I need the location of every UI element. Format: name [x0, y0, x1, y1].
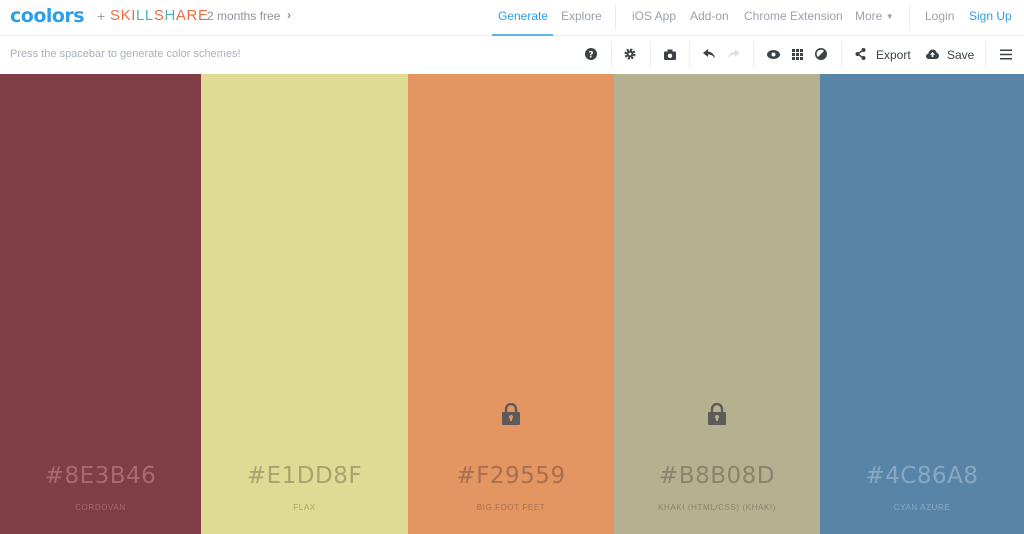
nav-explore[interactable]: Explore [561, 0, 602, 36]
top-nav-bar: coolors + SKILLSHARE 2 months free › Gen… [0, 0, 1024, 36]
share-icon[interactable] [852, 46, 868, 62]
nav-addon[interactable]: Add-on [690, 0, 729, 36]
help-icon[interactable]: ? [583, 46, 599, 62]
lock-icon[interactable] [708, 403, 726, 425]
divider [753, 42, 754, 68]
adjust-icon[interactable] [813, 46, 829, 62]
nav-chrome-extension[interactable]: Chrome Extension [744, 0, 843, 36]
hex-code[interactable]: #E1DD8F [201, 463, 408, 489]
color-panel[interactable]: #F29559 BIG FOOT FEET [408, 74, 614, 534]
divider [841, 42, 842, 68]
color-panel[interactable]: #4C86A8 CYAN AZURE [820, 74, 1024, 534]
camera-icon[interactable] [662, 46, 678, 62]
nav-ios-app[interactable]: iOS App [632, 0, 676, 36]
divider [689, 42, 690, 68]
promo-text[interactable]: 2 months free [207, 9, 280, 23]
undo-icon[interactable] [701, 46, 717, 62]
plus-sign: + [97, 8, 106, 24]
nav-generate[interactable]: Generate [498, 0, 548, 36]
divider [909, 4, 910, 30]
palette: #8E3B46 CORDOVAN #E1DD8F FLAX #F29559 BI… [0, 74, 1024, 534]
color-panel[interactable]: #8E3B46 CORDOVAN [0, 74, 201, 534]
hex-code[interactable]: #B8B08D [614, 463, 820, 489]
lock-icon[interactable] [502, 403, 520, 425]
color-name: KHAKI (HTML/CSS) (KHAKI) [658, 503, 776, 512]
view-icon[interactable] [765, 46, 781, 62]
chevron-right-icon: › [287, 8, 291, 22]
spacebar-hint: Press the spacebar to generate color sch… [10, 48, 241, 60]
redo-icon[interactable] [726, 46, 742, 62]
toolbar: Press the spacebar to generate color sch… [0, 36, 1024, 74]
color-name: BIG FOOT FEET [476, 503, 546, 512]
divider [615, 4, 616, 30]
color-panel[interactable]: #E1DD8F FLAX [201, 74, 408, 534]
nav-login[interactable]: Login [925, 0, 954, 36]
export-button[interactable]: Export [876, 48, 911, 62]
menu-icon[interactable] [998, 46, 1014, 62]
save-button[interactable]: Save [947, 48, 974, 62]
nav-more[interactable]: More ▼ [855, 0, 894, 36]
color-name: CORDOVAN [75, 503, 126, 512]
hex-code[interactable]: #8E3B46 [0, 463, 201, 489]
divider [611, 42, 612, 68]
svg-text:?: ? [588, 50, 593, 60]
divider [650, 42, 651, 68]
nav-signup[interactable]: Sign Up [969, 0, 1012, 36]
chevron-down-icon: ▼ [885, 12, 894, 21]
color-name: FLAX [293, 503, 316, 512]
grid-icon[interactable] [789, 46, 805, 62]
nav-more-label: More [855, 9, 883, 23]
settings-icon[interactable] [622, 46, 638, 62]
hex-code[interactable]: #4C86A8 [820, 463, 1024, 489]
color-panel[interactable]: #B8B08D KHAKI (HTML/CSS) (KHAKI) [614, 74, 820, 534]
coolors-logo[interactable]: coolors [10, 5, 85, 27]
cloud-upload-icon[interactable] [924, 46, 940, 62]
hex-code[interactable]: #F29559 [408, 463, 614, 489]
skillshare-logo[interactable]: SKILLSHARE [110, 7, 209, 25]
color-name: CYAN AZURE [893, 503, 951, 512]
divider [985, 42, 986, 68]
